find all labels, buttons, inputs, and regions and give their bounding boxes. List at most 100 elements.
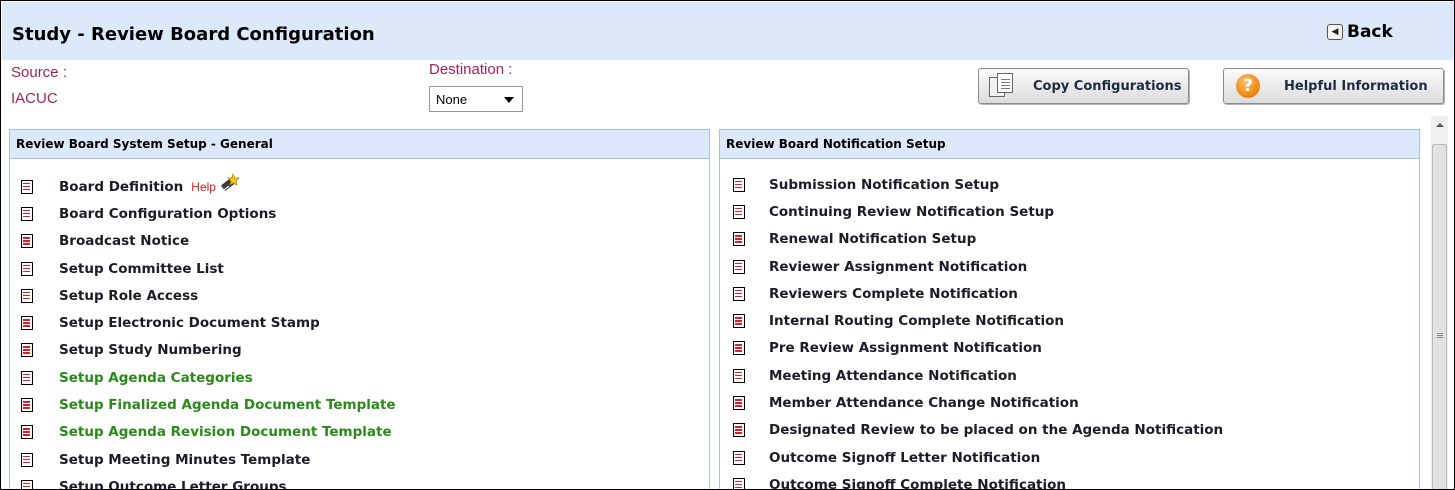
scroll-up-arrow-icon[interactable] — [1431, 116, 1448, 133]
list-item: Pre Review Assignment Notification — [720, 335, 1419, 362]
outcome-signoff-complete-notification-link[interactable]: Outcome Signoff Complete Notification — [769, 477, 1066, 489]
member-attendance-change-notification-link[interactable]: Member Attendance Change Notification — [769, 395, 1079, 411]
reviewer-assignment-notification-link[interactable]: Reviewer Assignment Notification — [769, 259, 1027, 275]
list-item: Reviewer Assignment Notification — [720, 253, 1419, 280]
destination-label: Destination : — [429, 61, 513, 78]
document-icon — [21, 288, 33, 303]
copy-configurations-label: Copy Configurations — [1033, 78, 1182, 94]
list-item: Board Configuration Options — [10, 200, 709, 227]
list-item: Setup Finalized Agenda Document Template — [10, 391, 709, 418]
notification-setup-header: Review Board Notification Setup — [720, 130, 1419, 159]
setup-electronic-document-stamp-link[interactable]: Setup Electronic Document Stamp — [59, 315, 320, 331]
list-item: Setup Outcome Letter Groups — [10, 473, 709, 489]
document-icon — [21, 452, 33, 467]
document-icon — [21, 234, 33, 249]
notification-setup-list: Submission Notification Setup Continuing… — [720, 159, 1419, 489]
setup-agenda-categories-link[interactable]: Setup Agenda Categories — [59, 370, 253, 386]
source-label: Source : — [11, 64, 67, 81]
copy-icon — [989, 73, 1015, 99]
back-arrow-icon: ◀ — [1327, 24, 1343, 40]
document-icon — [733, 259, 745, 274]
helpful-information-label: Helpful Information — [1284, 78, 1428, 94]
pre-review-assignment-notification-link[interactable]: Pre Review Assignment Notification — [769, 340, 1042, 356]
list-item: Meeting Attendance Notification — [720, 362, 1419, 389]
document-icon — [21, 370, 33, 385]
board-configuration-options-link[interactable]: Board Configuration Options — [59, 206, 276, 222]
list-item: Submission Notification Setup — [720, 171, 1419, 198]
document-icon — [733, 204, 745, 219]
vertical-scrollbar[interactable] — [1431, 116, 1448, 489]
list-item: Outcome Signoff Complete Notification — [720, 471, 1419, 489]
document-icon — [733, 341, 745, 356]
list-item: Setup Study Numbering — [10, 337, 709, 364]
setup-role-access-link[interactable]: Setup Role Access — [59, 288, 198, 304]
outcome-signoff-letter-notification-link[interactable]: Outcome Signoff Letter Notification — [769, 450, 1040, 466]
submission-notification-link[interactable]: Submission Notification Setup — [769, 177, 999, 193]
destination-selected-value: None — [436, 91, 468, 107]
designated-review-agenda-notification-link[interactable]: Designated Review to be placed on the Ag… — [769, 422, 1223, 438]
continuing-review-notification-link[interactable]: Continuing Review Notification Setup — [769, 204, 1054, 220]
copy-configurations-button[interactable]: Copy Configurations — [978, 68, 1189, 104]
help-link[interactable]: Help — [191, 180, 216, 194]
setup-outcome-letter-groups-link[interactable]: Setup Outcome Letter Groups — [59, 479, 287, 489]
list-item: Setup Committee List — [10, 255, 709, 282]
general-setup-list: Board Definition Help Board Configuratio… — [10, 159, 709, 489]
meeting-attendance-notification-link[interactable]: Meeting Attendance Notification — [769, 368, 1017, 384]
document-icon — [21, 398, 33, 413]
document-icon — [733, 177, 745, 192]
document-icon — [733, 232, 745, 247]
document-icon — [733, 314, 745, 329]
setup-committee-list-link[interactable]: Setup Committee List — [59, 261, 224, 277]
board-definition-link[interactable]: Board Definition — [59, 179, 183, 195]
source-value: IACUC — [11, 90, 58, 107]
scrollbar-thumb[interactable] — [1432, 144, 1447, 489]
document-icon — [21, 179, 33, 194]
back-button[interactable]: ◀ Back — [1327, 22, 1393, 42]
document-icon — [733, 368, 745, 383]
helpful-information-button[interactable]: ? Helpful Information — [1223, 68, 1444, 104]
document-icon — [733, 450, 745, 465]
notification-setup-panel: Review Board Notification Setup Submissi… — [719, 129, 1420, 489]
list-item: Setup Electronic Document Stamp — [10, 309, 709, 336]
list-item: Reviewers Complete Notification — [720, 280, 1419, 307]
document-icon — [21, 206, 33, 221]
destination-select[interactable]: None — [429, 86, 523, 112]
reviewers-complete-notification-link[interactable]: Reviewers Complete Notification — [769, 286, 1018, 302]
list-item: Internal Routing Complete Notification — [720, 307, 1419, 334]
document-icon — [733, 423, 745, 438]
list-item: Continuing Review Notification Setup — [720, 198, 1419, 225]
document-icon — [21, 479, 33, 489]
document-icon — [733, 396, 745, 411]
list-item: Setup Meeting Minutes Template — [10, 446, 709, 473]
setup-finalized-agenda-template-link[interactable]: Setup Finalized Agenda Document Template — [59, 397, 396, 413]
back-label: Back — [1347, 22, 1393, 42]
list-item: Board Definition Help — [10, 172, 709, 200]
document-icon — [21, 343, 33, 358]
document-icon — [733, 477, 745, 489]
general-setup-header: Review Board System Setup - General — [10, 130, 709, 159]
list-item: Renewal Notification Setup — [720, 226, 1419, 253]
setup-meeting-minutes-template-link[interactable]: Setup Meeting Minutes Template — [59, 452, 310, 468]
magic-wand-icon[interactable] — [220, 172, 240, 193]
broadcast-notice-link[interactable]: Broadcast Notice — [59, 233, 189, 249]
setup-study-numbering-link[interactable]: Setup Study Numbering — [59, 342, 242, 358]
grip-icon — [1437, 333, 1443, 334]
document-icon — [21, 261, 33, 276]
question-icon: ? — [1236, 74, 1260, 98]
document-icon — [733, 286, 745, 301]
chevron-down-icon — [504, 97, 514, 103]
list-item: Broadcast Notice — [10, 228, 709, 255]
page-title: Study - Review Board Configuration — [12, 24, 375, 45]
list-item: Setup Agenda Categories — [10, 364, 709, 391]
list-item: Outcome Signoff Letter Notification — [720, 444, 1419, 471]
document-icon — [21, 316, 33, 331]
page-frame: Study - Review Board Configuration ◀ Bac… — [0, 0, 1455, 490]
list-item: Setup Agenda Revision Document Template — [10, 419, 709, 446]
internal-routing-complete-notification-link[interactable]: Internal Routing Complete Notification — [769, 313, 1064, 329]
general-setup-panel: Review Board System Setup - General Boar… — [9, 129, 710, 489]
renewal-notification-link[interactable]: Renewal Notification Setup — [769, 231, 976, 247]
list-item: Member Attendance Change Notification — [720, 389, 1419, 416]
list-item: Setup Role Access — [10, 282, 709, 309]
title-bar: Study - Review Board Configuration ◀ Bac… — [2, 2, 1454, 60]
setup-agenda-revision-template-link[interactable]: Setup Agenda Revision Document Template — [59, 424, 392, 440]
